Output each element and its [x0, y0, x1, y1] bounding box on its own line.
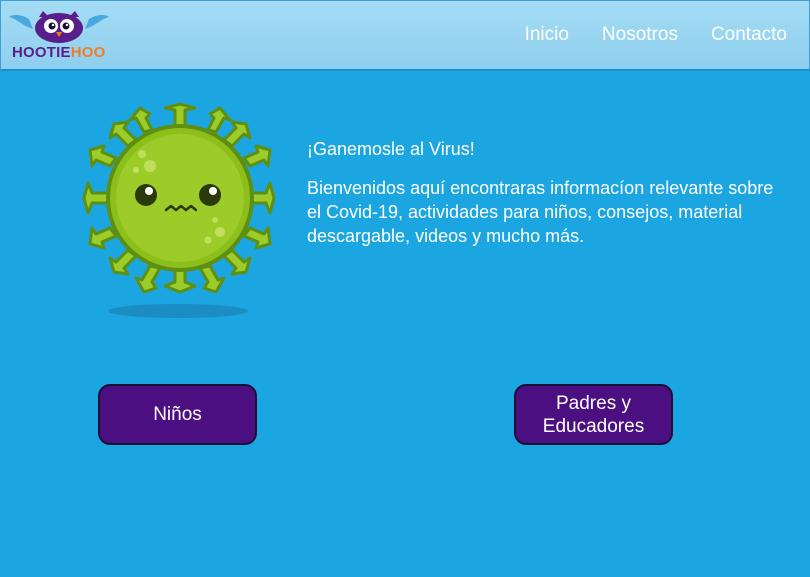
header-bar: HOOTIEHOO Inicio Nosotros Contacto: [0, 0, 810, 71]
logo-wordmark: HOOTIEHOO: [12, 44, 105, 61]
padres-button-label-line1: Padres y: [556, 392, 631, 414]
hero-description: Bienvenidos aquí encontraras informacíon…: [307, 178, 774, 246]
main-nav: Inicio Nosotros Contacto: [492, 24, 787, 46]
padres-educadores-button[interactable]: Padres y Educadores: [514, 384, 673, 445]
ninos-button-label: Niños: [153, 404, 202, 425]
nav-item-inicio[interactable]: Inicio: [525, 24, 569, 46]
page: HOOTIEHOO Inicio Nosotros Contacto ¡Gane…: [0, 0, 810, 577]
logo-wordmark-part1: HOOTIE: [12, 44, 71, 61]
padres-button-label-line2: Educadores: [542, 415, 645, 437]
virus-character-icon: [82, 102, 276, 318]
nav-item-contacto[interactable]: Contacto: [711, 24, 787, 46]
nav-item-nosotros[interactable]: Nosotros: [602, 24, 678, 46]
logo-wordmark-part2: HOO: [70, 44, 106, 61]
logo[interactable]: HOOTIEHOO: [9, 11, 119, 63]
hero-headline: ¡Ganemosle al Virus!: [307, 139, 475, 159]
ninos-button[interactable]: Niños: [98, 384, 257, 445]
owl-logo-icon: [9, 11, 109, 43]
